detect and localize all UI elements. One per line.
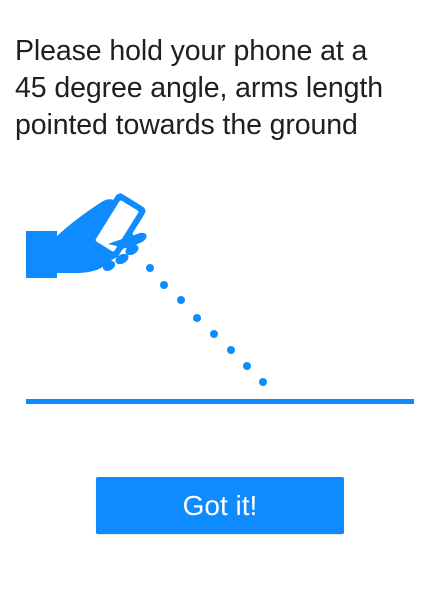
trajectory-dot [259,378,267,386]
sleeve-cuff [26,231,57,278]
trajectory-dot [243,362,251,370]
trajectory-dot [227,346,235,354]
got-it-button[interactable]: Got it! [96,477,344,534]
ground-line [26,399,414,404]
dotted-trajectory [146,264,267,386]
trajectory-dot [193,314,201,322]
trajectory-dot [160,281,168,289]
trajectory-dot [146,264,154,272]
trajectory-dot [210,330,218,338]
trajectory-dot [177,296,185,304]
hand-holding-phone-icon [26,193,147,278]
